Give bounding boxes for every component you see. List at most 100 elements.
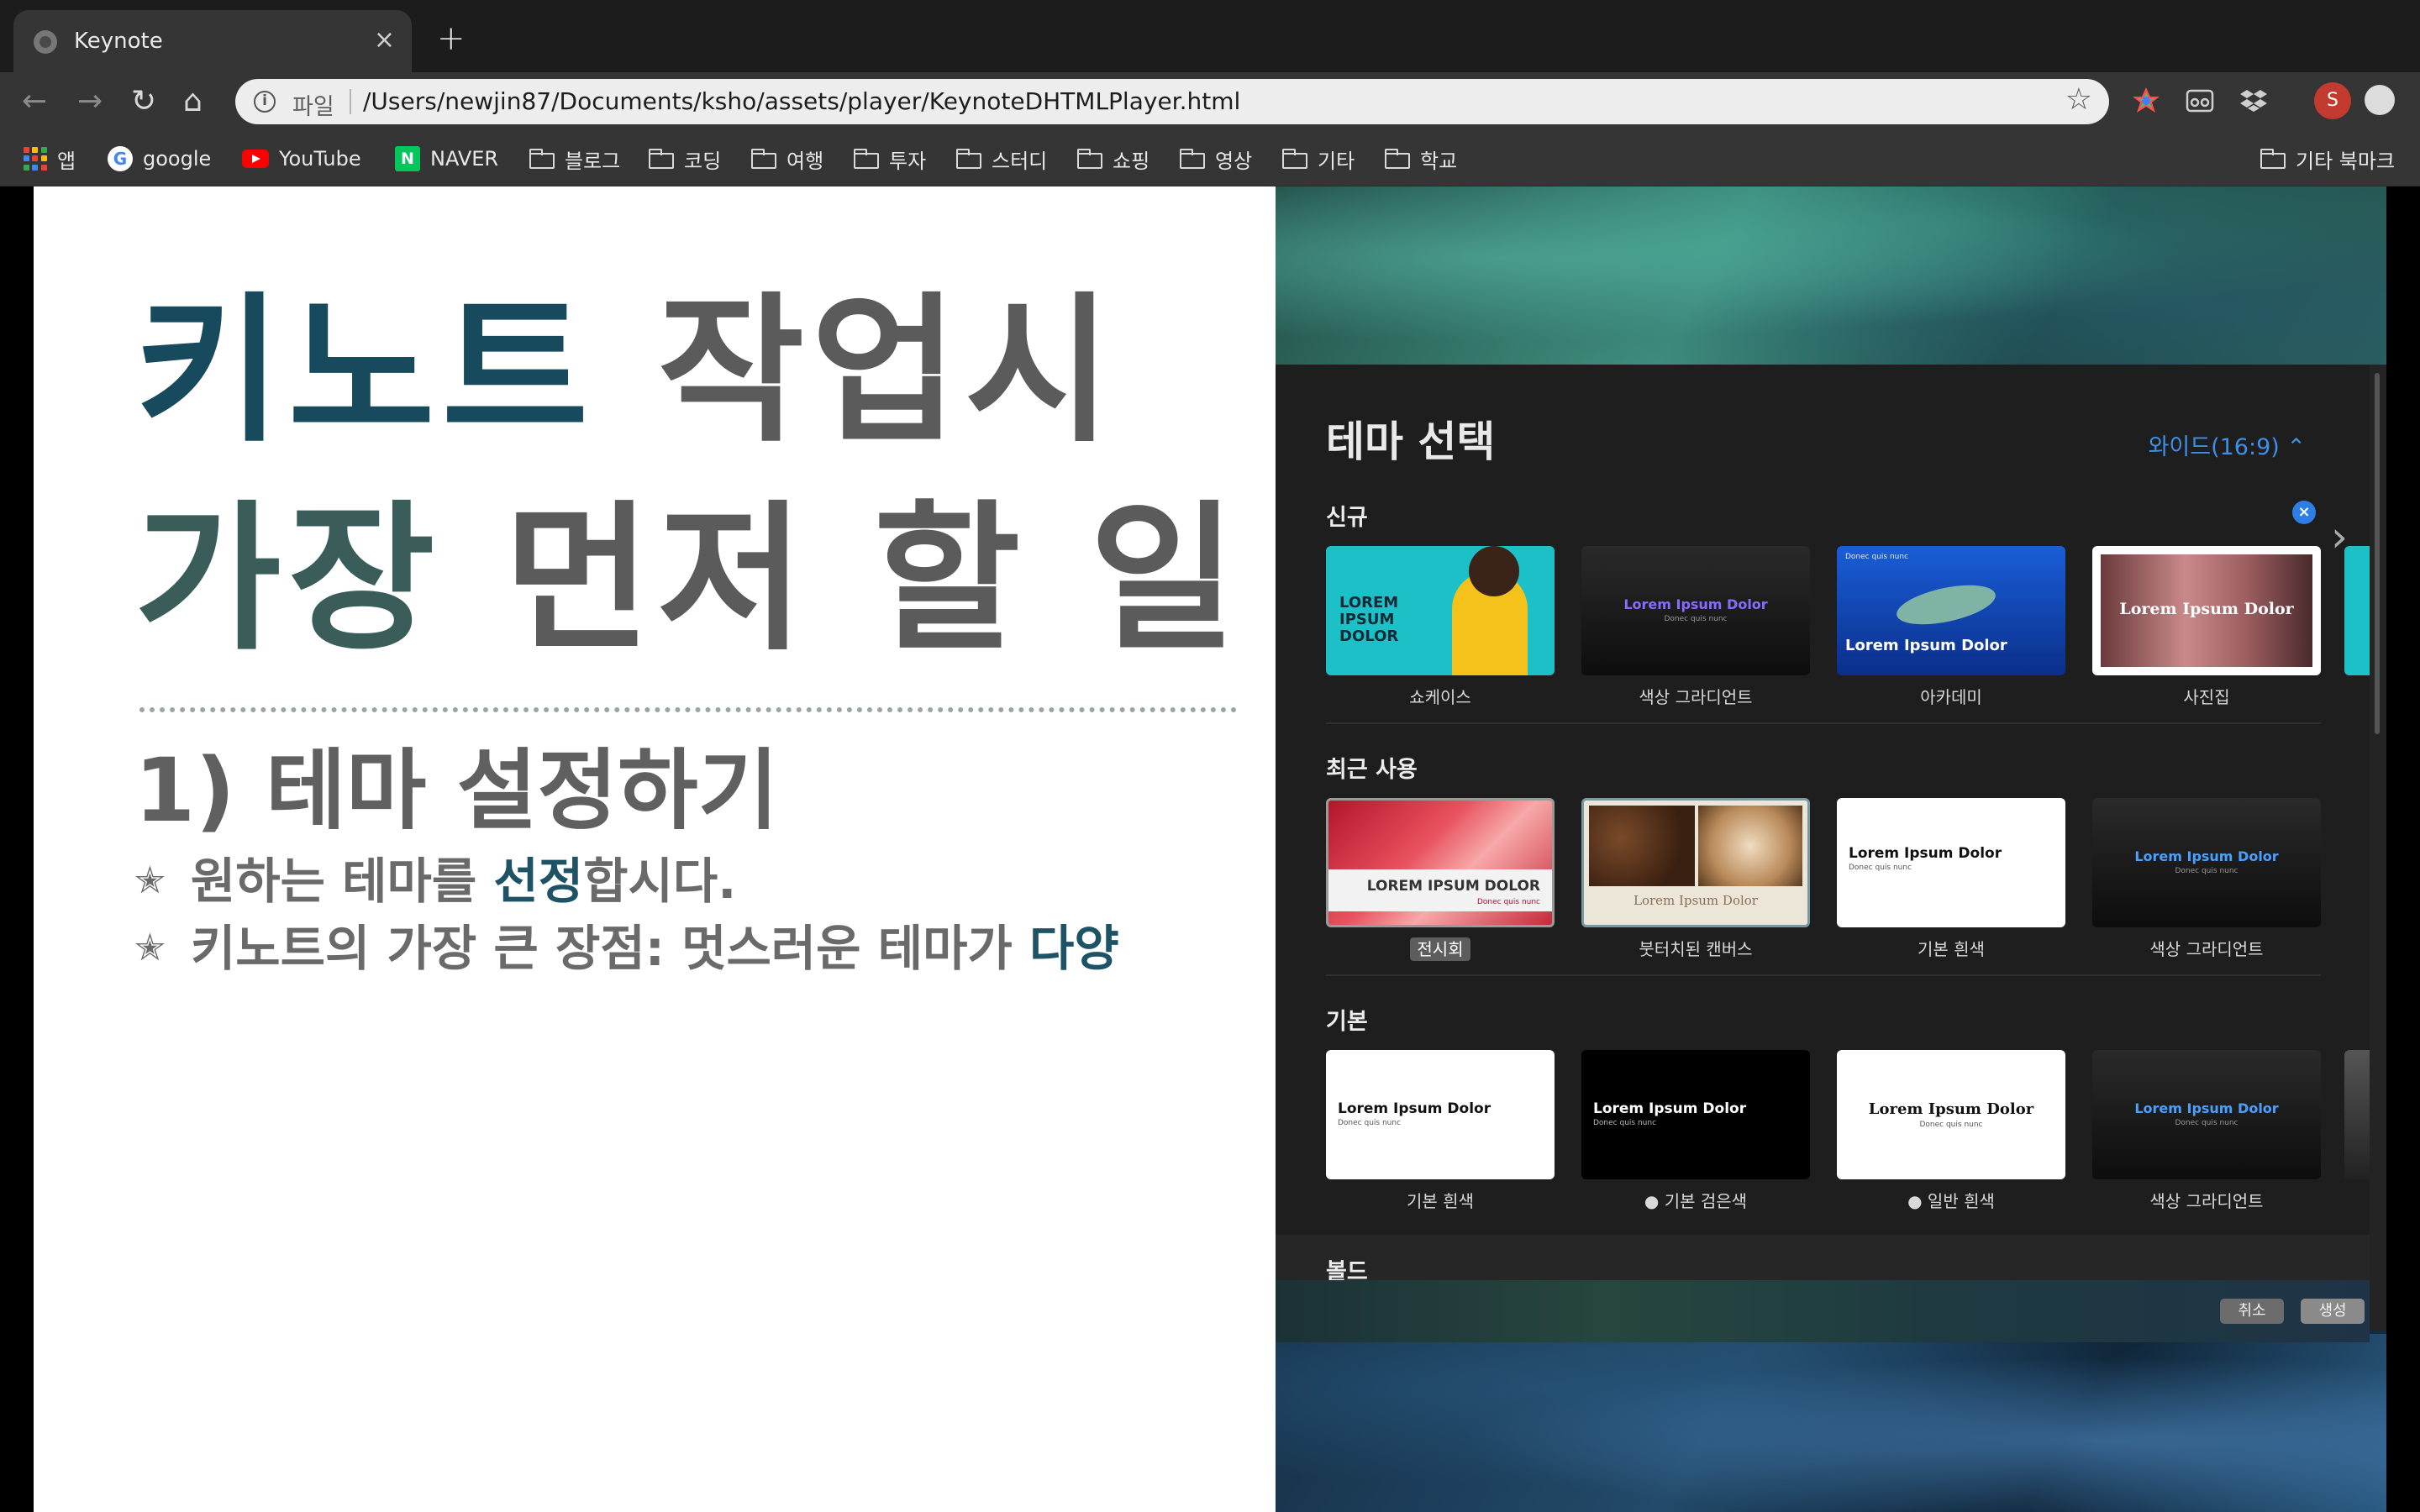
bookmark-other-folder[interactable]: 기타 북마크 (2260, 146, 2396, 173)
bookmark-folder[interactable]: 영상 (1180, 146, 1252, 173)
bookmark-folder[interactable]: 기타 (1282, 146, 1355, 173)
close-icon[interactable]: × (2292, 501, 2316, 524)
dropbox-icon[interactable] (2238, 86, 2269, 116)
bookmark-folder[interactable]: 블로그 (529, 146, 621, 173)
back-button[interactable]: ← (22, 86, 47, 118)
theme-label: 기본 흰색 (1918, 939, 1985, 959)
bullet-text: 합시다. (583, 853, 737, 910)
folder-icon (649, 149, 674, 169)
profile-avatar[interactable]: S (2314, 82, 2351, 119)
star-bullet-icon: ✭ (134, 859, 166, 902)
dialog-footer: 취소 생성 (1276, 1280, 2370, 1342)
theme-thumb-partial[interactable] (2344, 1050, 2370, 1179)
theme-thumb-basic-white[interactable]: Lorem Ipsum Dolor Donec quis nunc (1837, 798, 2065, 927)
theme-thumb-plain-white[interactable]: Lorem Ipsum Dolor Donec quis nunc (1837, 1050, 2065, 1179)
tab-title: Keynote (74, 29, 163, 54)
dialog-title: 테마 선택 (1326, 417, 1496, 466)
title-rest: 먼저 할 일 (441, 486, 1244, 672)
keynote-player: 키노트 작업시 가장 먼저 할 일 1) 테마 설정하기 ✭ 원하는 테마를 선정… (0, 186, 2420, 1512)
turtle-shape (1893, 577, 1999, 633)
theme-thumb-academy[interactable]: Donec quis nunc Lorem Ipsum Dolor (1837, 546, 2065, 675)
folder-icon (1180, 149, 1205, 169)
tab-close-icon[interactable]: × (374, 25, 395, 55)
bookmark-label: 블로그 (565, 149, 621, 173)
bullet-item: ✭ 키노트의 가장 큰 장점: 멋스러운 테마가 다양 (134, 909, 1119, 979)
bookmark-folder[interactable]: 쇼핑 (1077, 146, 1150, 173)
url-text[interactable]: /Users/newjin87/Documents/ksho/assets/pl… (363, 87, 1240, 115)
create-button[interactable]: 생성 (2301, 1299, 2365, 1324)
bookmark-folder[interactable]: 코딩 (649, 146, 722, 173)
slide-title-line1: 키노트 작업시 (134, 287, 1118, 455)
thumb-title: Lorem Ipsum Dolor (1849, 845, 2002, 862)
theme-thumb-partial[interactable] (2344, 546, 2370, 675)
theme-label: 붓터치된 캔버스 (1639, 939, 1753, 959)
thumb-subtitle: Donec quis nunc (1849, 864, 1912, 872)
thumb-title: Lorem Ipsum Dolor (1338, 1100, 1491, 1117)
extension-menu-icon[interactable] (2365, 85, 2395, 115)
bookmark-star-icon[interactable]: ☆ (2065, 82, 2092, 117)
browser-tab[interactable]: Keynote × (13, 10, 412, 72)
scheme-label: 파일 (292, 94, 334, 120)
thumb-title: Lorem Ipsum Dolor (2119, 600, 2294, 618)
bookmark-folder[interactable]: 스터디 (956, 146, 1047, 173)
dialog-scrollbar[interactable] (2370, 365, 2386, 1331)
bullet-highlight: 다양 (1029, 920, 1119, 977)
bookmark-folder[interactable]: 여행 (751, 146, 824, 173)
folder-icon (1077, 149, 1102, 169)
dotted-divider (139, 707, 1237, 712)
bookmark-apps[interactable]: 앱 (24, 146, 76, 173)
theme-thumb-color-gradient[interactable]: Lorem Ipsum Dolor Donec quis nunc (2092, 1050, 2321, 1179)
glasses-extension-icon[interactable] (2185, 86, 2215, 116)
thumb-title: Lorem Ipsum Dolor (1593, 1100, 1747, 1117)
thumb-title: Lorem Ipsum Dolor (2134, 1100, 2279, 1116)
tab-strip: Keynote × + (0, 0, 2420, 72)
theme-thumb-basic-black[interactable]: Lorem Ipsum Dolor Donec quis nunc (1581, 1050, 1810, 1179)
bookmark-youtube[interactable]: YouTube (242, 146, 361, 171)
bookmark-label: google (143, 147, 212, 171)
new-tab-button[interactable]: + (437, 22, 466, 55)
theme-thumb-photo-album[interactable]: Lorem Ipsum Dolor (2092, 546, 2321, 675)
bookmark-label: 코딩 (684, 149, 722, 173)
coffee-cup-photo (1698, 806, 1802, 886)
site-info-icon[interactable]: i (254, 91, 276, 113)
bookmark-naver[interactable]: N NAVER (395, 146, 498, 171)
cancel-button[interactable]: 취소 (2220, 1299, 2284, 1324)
theme-thumb-showcase[interactable]: LOREM IPSUM DOLOR (1326, 546, 1555, 675)
aspect-ratio-select[interactable]: 와이드(16:9) ⌃ (2149, 428, 2306, 461)
section-divider (1326, 722, 2321, 724)
thumb-subtitle: Donec quis nunc (1845, 553, 1909, 561)
coffee-beans-photo (1589, 806, 1695, 886)
bookmark-label: 여행 (786, 149, 824, 173)
theme-thumb-color-gradient[interactable]: Lorem Ipsum Dolor Donec quis nunc (2092, 798, 2321, 927)
bookmark-label: 기타 북마크 (2296, 149, 2396, 173)
theme-label: 기본 흰색 (1407, 1191, 1474, 1211)
thumb-title: Lorem Ipsum Dolor (1634, 893, 1758, 908)
bookmark-folder[interactable]: 투자 (854, 146, 926, 173)
bookmark-google[interactable]: G google (108, 146, 211, 171)
home-button[interactable]: ⌂ (183, 86, 203, 118)
address-bar[interactable]: i 파일 /Users/newjin87/Documents/ksho/asse… (235, 79, 2109, 124)
theme-thumb-brushed-canvas[interactable]: Lorem Ipsum Dolor (1581, 798, 1810, 927)
color-picker-extension-icon[interactable] (2131, 86, 2161, 116)
scroll-right-chevron-icon[interactable]: › (2331, 516, 2348, 558)
theme-thumb-basic-white[interactable]: Lorem Ipsum Dolor Donec quis nunc (1326, 1050, 1555, 1179)
bullet-item: ✭ 원하는 테마를 선정합시다. (134, 842, 736, 912)
thumb-subtitle: Donec quis nunc (1664, 615, 1728, 623)
selected-badge: 전시회 (1410, 937, 1470, 961)
folder-icon (751, 149, 776, 169)
slide-title-line2: 가장 먼저 할 일 (134, 496, 1243, 664)
bookmark-label: 학교 (1420, 149, 1458, 173)
reload-button[interactable]: ↻ (131, 86, 156, 118)
apps-grid-icon (24, 147, 47, 171)
theme-thumb-exhibition[interactable]: LOREM IPSUM DOLOR Donec quis nunc (1326, 798, 1555, 927)
theme-thumb-color-gradient[interactable]: Lorem Ipsum Dolor Donec quis nunc (1581, 546, 1810, 675)
wallpaper-texture (1276, 186, 2386, 365)
forward-button[interactable]: → (77, 86, 103, 118)
theme-chooser-dialog: 테마 선택 와이드(16:9) ⌃ 신규 × LOREM IPSUM DOLOR… (1276, 365, 2370, 1334)
thumb-title: LOREM IPSUM DOLOR (1339, 594, 1399, 645)
bookmark-label: NAVER (430, 147, 499, 171)
folder-icon (1385, 149, 1410, 169)
thumb-subtitle: Donec quis nunc (1476, 898, 1540, 906)
youtube-icon (242, 150, 269, 168)
bookmark-folder[interactable]: 학교 (1385, 146, 1458, 173)
